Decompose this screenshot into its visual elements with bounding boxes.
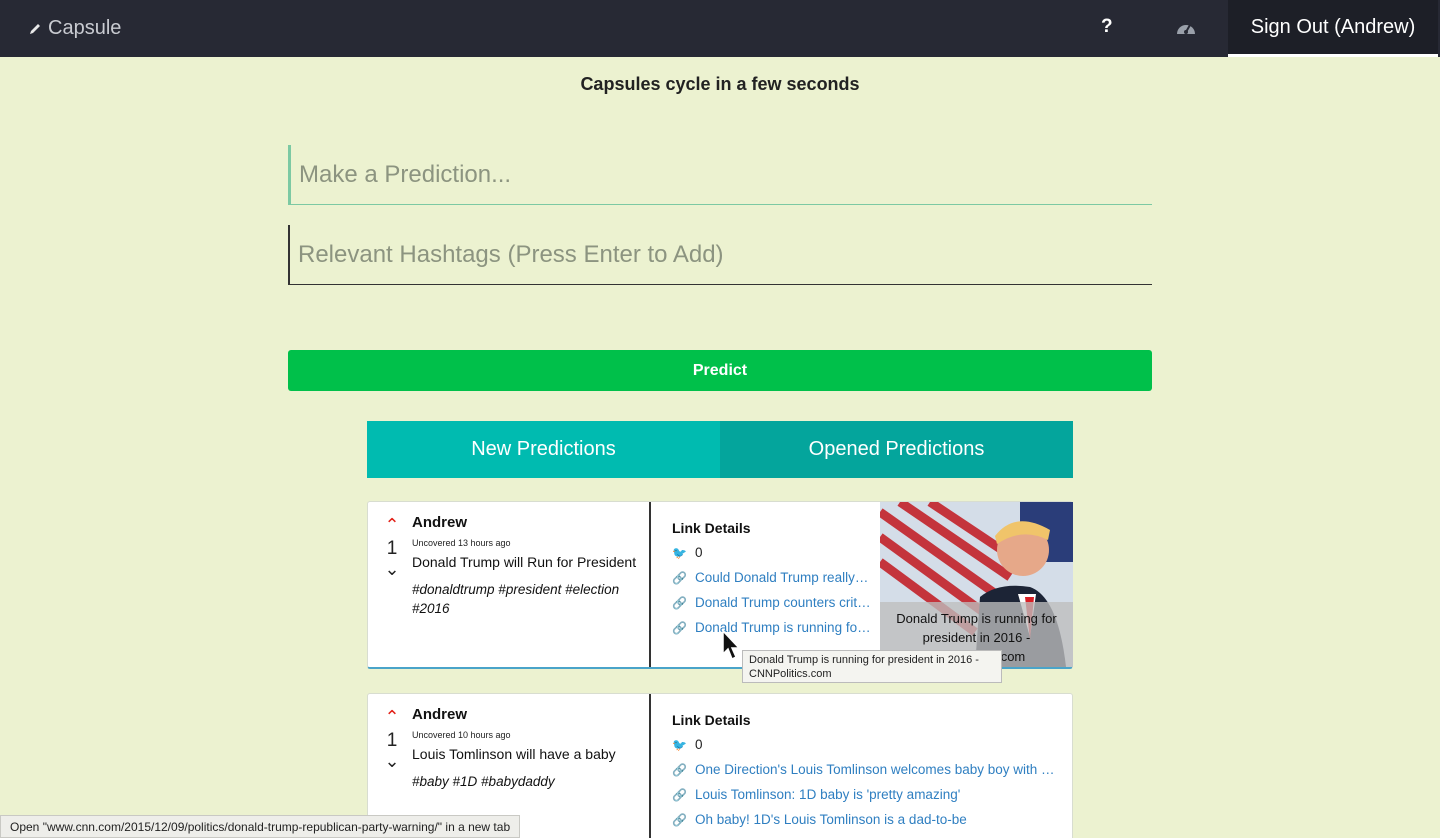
tab-new-predictions[interactable]: New Predictions bbox=[367, 421, 720, 478]
prediction-hashtags: #donaldtrump #president #election #2016 bbox=[412, 582, 620, 616]
link-icon: 🔗 bbox=[672, 620, 687, 635]
vote-widget: ⌃ 1 ⌄ bbox=[382, 708, 402, 770]
cycle-notice: Capsules cycle in a few seconds bbox=[580, 74, 860, 94]
prediction-text: Donald Trump will Run for President bbox=[412, 554, 637, 570]
link-details: Link Details 🐦 0 🔗 One Direction's Louis… bbox=[672, 712, 1062, 828]
link-details-title: Link Details bbox=[672, 712, 751, 728]
link-row: 🔗 Donald Trump is running for president … bbox=[672, 619, 872, 636]
prediction-hashtags: #baby #1D #babydaddy bbox=[412, 774, 555, 789]
uncovered-time: Uncovered 10 hours ago bbox=[412, 730, 511, 740]
dashboard-icon[interactable] bbox=[1175, 18, 1197, 38]
link-row: 🔗 Could Donald Trump really win? bbox=[672, 569, 872, 586]
sign-out-button[interactable]: Sign Out (Andrew) bbox=[1228, 0, 1438, 57]
twitter-icon: 🐦 bbox=[672, 737, 687, 752]
article-link[interactable]: Could Donald Trump really win? bbox=[695, 570, 872, 585]
uncovered-time: Uncovered 13 hours ago bbox=[412, 538, 511, 548]
link-row: 🔗 Louis Tomlinson: 1D baby is 'pretty am… bbox=[672, 786, 1062, 803]
link-icon: 🔗 bbox=[672, 787, 687, 802]
link-icon: 🔗 bbox=[672, 762, 687, 777]
link-details: Link Details 🐦 0 🔗 Could Donald Trump re… bbox=[672, 520, 872, 636]
article-link[interactable]: One Direction's Louis Tomlinson welcomes… bbox=[695, 762, 1062, 777]
prediction-input[interactable]: Make a Prediction... bbox=[288, 145, 1152, 205]
article-link[interactable]: Oh baby! 1D's Louis Tomlinson is a dad-t… bbox=[695, 812, 967, 827]
brand-link[interactable]: Capsule bbox=[28, 17, 121, 40]
author-name: Andrew bbox=[412, 514, 468, 531]
tweet-count-row: 🐦 0 bbox=[672, 736, 1062, 753]
help-button[interactable]: ? bbox=[1101, 16, 1113, 38]
prediction-tabs: New Predictions Opened Predictions bbox=[367, 421, 1073, 478]
link-row: 🔗 Donald Trump counters critics bbox=[672, 594, 872, 611]
mouse-cursor-icon bbox=[722, 630, 741, 661]
prediction-text: Louis Tomlinson will have a baby bbox=[412, 746, 616, 762]
downvote-icon[interactable]: ⌄ bbox=[382, 560, 402, 578]
pencil-icon bbox=[30, 23, 40, 34]
link-icon: 🔗 bbox=[672, 812, 687, 827]
navbar: Capsule ? Sign Out (Andrew) bbox=[0, 0, 1440, 57]
link-icon: 🔗 bbox=[672, 595, 687, 610]
tweet-count: 0 bbox=[695, 545, 703, 560]
vote-widget: ⌃ 1 ⌄ bbox=[382, 516, 402, 578]
downvote-icon[interactable]: ⌄ bbox=[382, 752, 402, 770]
link-icon: 🔗 bbox=[672, 570, 687, 585]
tweet-count-row: 🐦 0 bbox=[672, 544, 872, 561]
link-row: 🔗 Oh baby! 1D's Louis Tomlinson is a dad… bbox=[672, 811, 1062, 828]
link-row: 🔗 One Direction's Louis Tomlinson welcom… bbox=[672, 761, 1062, 778]
article-link[interactable]: Donald Trump counters critics bbox=[695, 595, 872, 610]
author-name: Andrew bbox=[412, 706, 468, 723]
tweet-count: 0 bbox=[695, 737, 703, 752]
link-tooltip: Donald Trump is running for president in… bbox=[742, 650, 1002, 683]
twitter-icon: 🐦 bbox=[672, 545, 687, 560]
tab-opened-predictions[interactable]: Opened Predictions bbox=[720, 421, 1073, 478]
link-details-title: Link Details bbox=[672, 520, 751, 536]
vote-count: 1 bbox=[386, 730, 398, 751]
predict-button[interactable]: Predict bbox=[288, 350, 1152, 391]
browser-status-bar: Open "www.cnn.com/2015/12/09/politics/do… bbox=[0, 815, 521, 838]
prediction-card: ⌃ 1 ⌄ Andrew Uncovered 13 hours ago Dona… bbox=[367, 501, 1073, 669]
prediction-summary: ⌃ 1 ⌄ Andrew Uncovered 13 hours ago Dona… bbox=[368, 502, 651, 667]
article-link[interactable]: Louis Tomlinson: 1D baby is 'pretty amaz… bbox=[695, 787, 960, 802]
upvote-icon[interactable]: ⌃ bbox=[382, 708, 402, 726]
article-thumbnail[interactable]: Donald Trump is running for president in… bbox=[880, 502, 1073, 667]
hashtags-input[interactable]: Relevant Hashtags (Press Enter to Add) bbox=[288, 225, 1152, 285]
upvote-icon[interactable]: ⌃ bbox=[382, 516, 402, 534]
brand-label: Capsule bbox=[48, 17, 122, 39]
vote-count: 1 bbox=[386, 538, 398, 559]
